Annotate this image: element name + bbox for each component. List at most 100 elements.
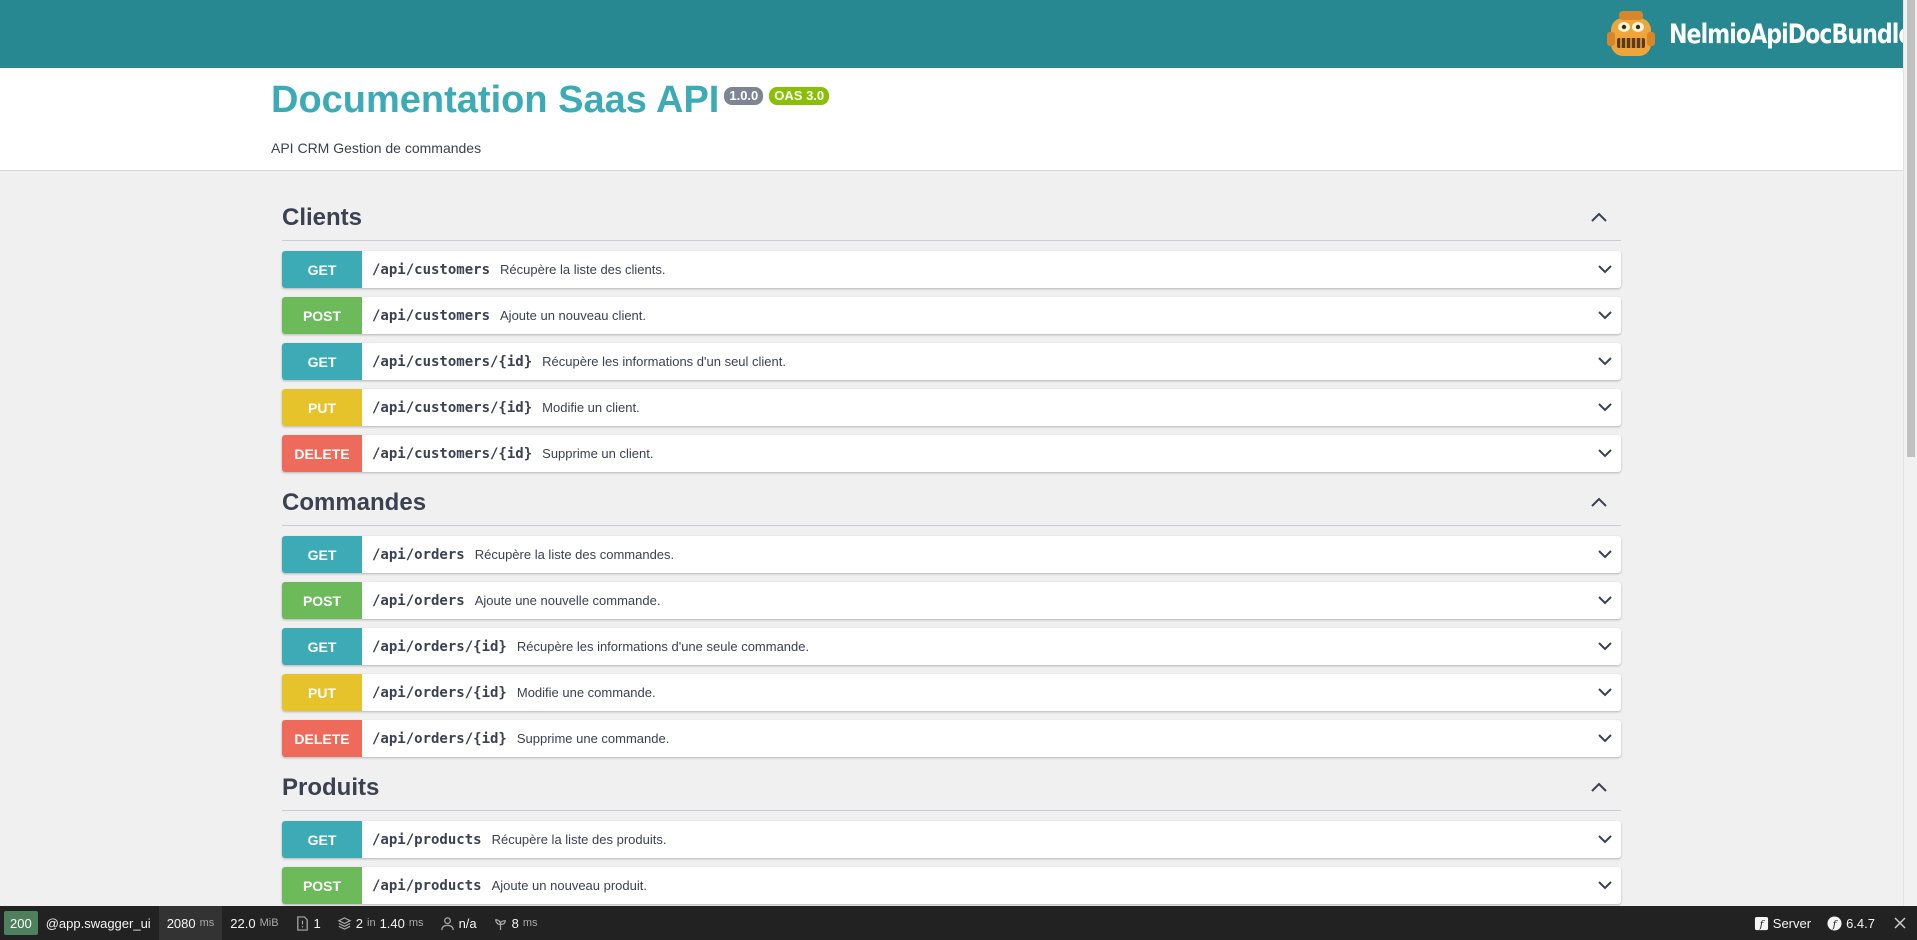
chevron-down-icon[interactable] xyxy=(1595,259,1615,279)
operation-row[interactable]: GET/api/products Récupère la liste des pr… xyxy=(282,821,1621,858)
method-badge: DELETE xyxy=(282,720,362,757)
operation-summary: Ajoute un nouveau produit. xyxy=(491,878,647,893)
security-user: n/a xyxy=(458,915,477,931)
cache-in: in xyxy=(367,917,376,929)
operation-path: /api/customers xyxy=(372,261,491,278)
operation-path: /api/customers/{id} xyxy=(372,353,533,370)
operation-summary: Ajoute une nouvelle commande. xyxy=(474,593,661,608)
operation-summary: Modifie un client. xyxy=(542,400,640,415)
operation-row[interactable]: PUT/api/customers/{id} Modifie un client. xyxy=(282,389,1621,426)
tag-header[interactable]: Produits xyxy=(282,766,1621,811)
method-badge: GET xyxy=(282,821,362,858)
security-item[interactable]: n/a xyxy=(432,906,485,940)
nelmio-robot-logo-icon xyxy=(1607,11,1655,56)
page-title: Documentation Saas API xyxy=(271,79,720,121)
chevron-up-icon[interactable] xyxy=(1587,776,1611,800)
memory-unit: MiB xyxy=(259,917,279,929)
cache-time: 1.40 xyxy=(379,915,405,931)
user-icon xyxy=(440,916,454,930)
operation-path: /api/products xyxy=(372,877,482,894)
scrollbar-thumb[interactable] xyxy=(1907,0,1915,457)
oas-badge: OAS 3.0 xyxy=(769,87,830,105)
chevron-down-icon[interactable] xyxy=(1595,682,1615,702)
twig-item[interactable]: 8 ms xyxy=(485,906,546,940)
chevron-up-icon[interactable] xyxy=(1587,491,1611,515)
operation-path: /api/customers/{id} xyxy=(372,399,533,416)
method-badge: POST xyxy=(282,297,362,334)
title-row: Documentation Saas API 1.0.0 OAS 3.0 xyxy=(271,78,830,124)
chevron-down-icon[interactable] xyxy=(1595,305,1615,325)
status-code-badge[interactable]: 200 xyxy=(4,911,38,935)
layers-icon xyxy=(337,916,352,930)
cache-count: 2 xyxy=(355,915,364,931)
operation-path: /api/products xyxy=(372,831,482,848)
chevron-down-icon[interactable] xyxy=(1595,544,1615,564)
operation-row[interactable]: GET/api/customers/{id} Récupère les infor… xyxy=(282,343,1621,380)
operation-summary: Ajoute un nouveau client. xyxy=(500,308,647,323)
tag-section-clients: Clients GET/api/customers Récupère la list… xyxy=(282,196,1621,472)
route-item[interactable]: @app.swagger_ui xyxy=(38,906,159,940)
tag-name: Clients xyxy=(282,204,363,231)
operation-row[interactable]: POST/api/orders Ajoute une nouvelle comma… xyxy=(282,582,1621,619)
operation-row[interactable]: POST/api/customers Ajoute un nouveau clie… xyxy=(282,297,1621,334)
operation-row[interactable]: GET/api/orders/{id} Récupère les informat… xyxy=(282,628,1621,665)
operation-row[interactable]: GET/api/orders Récupère la liste des comm… xyxy=(282,536,1621,573)
operation-summary: Récupère les informations d'une seule co… xyxy=(516,639,810,654)
operations-list: Clients GET/api/customers Récupère la list… xyxy=(282,196,1621,913)
tag-name: Produits xyxy=(282,774,380,801)
operation-path: /api/customers xyxy=(372,307,491,324)
operation-row[interactable]: DELETE/api/customers/{id} Supprime un cli… xyxy=(282,435,1621,472)
version-badge: 1.0.0 xyxy=(724,87,764,105)
twig-leaf-icon xyxy=(494,918,506,930)
operation-summary: Modifie une commande. xyxy=(516,685,656,700)
tag-header[interactable]: Clients xyxy=(282,196,1621,241)
tag-header[interactable]: Commandes xyxy=(282,481,1621,526)
server-item[interactable]: f Server xyxy=(1746,906,1819,940)
operation-row[interactable]: GET/api/customers Récupère la liste des c… xyxy=(282,251,1621,288)
operation-path: /api/orders xyxy=(372,592,465,609)
method-badge: GET xyxy=(282,343,362,380)
twig-unit: ms xyxy=(522,917,538,929)
memory-item[interactable]: 22.0 MiB xyxy=(222,906,286,940)
method-badge: PUT xyxy=(282,674,362,711)
chevron-down-icon[interactable] xyxy=(1595,728,1615,748)
toolbar-close-button[interactable] xyxy=(1883,906,1917,940)
tag-section-commandes: Commandes GET/api/orders Récupère la liste… xyxy=(282,481,1621,757)
cache-unit: ms xyxy=(408,917,424,929)
chevron-down-icon[interactable] xyxy=(1595,443,1615,463)
symfony-version-item[interactable]: f 6.4.7 xyxy=(1819,906,1883,940)
chevron-up-icon[interactable] xyxy=(1587,206,1611,230)
brand[interactable]: NelmioApiDocBundle xyxy=(1605,8,1913,60)
method-badge: PUT xyxy=(282,389,362,426)
symfony-server-icon: f xyxy=(1754,916,1768,930)
method-badge: GET xyxy=(282,251,362,288)
chevron-down-icon[interactable] xyxy=(1595,829,1615,849)
top-header: NelmioApiDocBundle xyxy=(0,0,1913,68)
method-badge: POST xyxy=(282,582,362,619)
operation-summary: Récupère la liste des produits. xyxy=(491,832,667,847)
chevron-down-icon[interactable] xyxy=(1595,397,1615,417)
operation-path: /api/orders/{id} xyxy=(372,730,507,747)
chevron-down-icon[interactable] xyxy=(1595,351,1615,371)
operation-summary: Récupère les informations d'un seul clie… xyxy=(542,354,786,369)
chevron-down-icon[interactable] xyxy=(1595,590,1615,610)
operation-summary: Supprime un client. xyxy=(542,446,654,461)
cache-item[interactable]: 2 in 1.40 ms xyxy=(329,906,432,940)
tag-section-produits: Produits GET/api/products Récupère la list… xyxy=(282,766,1621,904)
method-badge: DELETE xyxy=(282,435,362,472)
chevron-down-icon[interactable] xyxy=(1595,875,1615,895)
operation-path: /api/customers/{id} xyxy=(372,445,533,462)
operation-summary: Récupère la liste des clients. xyxy=(500,262,666,277)
time-item[interactable]: 2080 ms xyxy=(158,906,223,940)
logs-count: 1 xyxy=(313,915,321,931)
method-badge: GET xyxy=(282,628,362,665)
symfony-debug-toolbar: 200 @app.swagger_ui 2080 ms 22.0 MiB 1 2… xyxy=(0,906,1917,940)
logs-item[interactable]: 1 xyxy=(287,906,329,940)
symfony-logo-icon: f xyxy=(1827,915,1842,931)
page-scrollbar[interactable] xyxy=(1903,0,1917,906)
chevron-down-icon[interactable] xyxy=(1595,636,1615,656)
operation-row[interactable]: POST/api/products Ajoute un nouveau produ… xyxy=(282,867,1621,904)
operation-row[interactable]: DELETE/api/orders/{id} Supprime une comma… xyxy=(282,720,1621,757)
operation-row[interactable]: PUT/api/orders/{id} Modifie une commande. xyxy=(282,674,1621,711)
twig-value: 8 xyxy=(511,915,519,931)
